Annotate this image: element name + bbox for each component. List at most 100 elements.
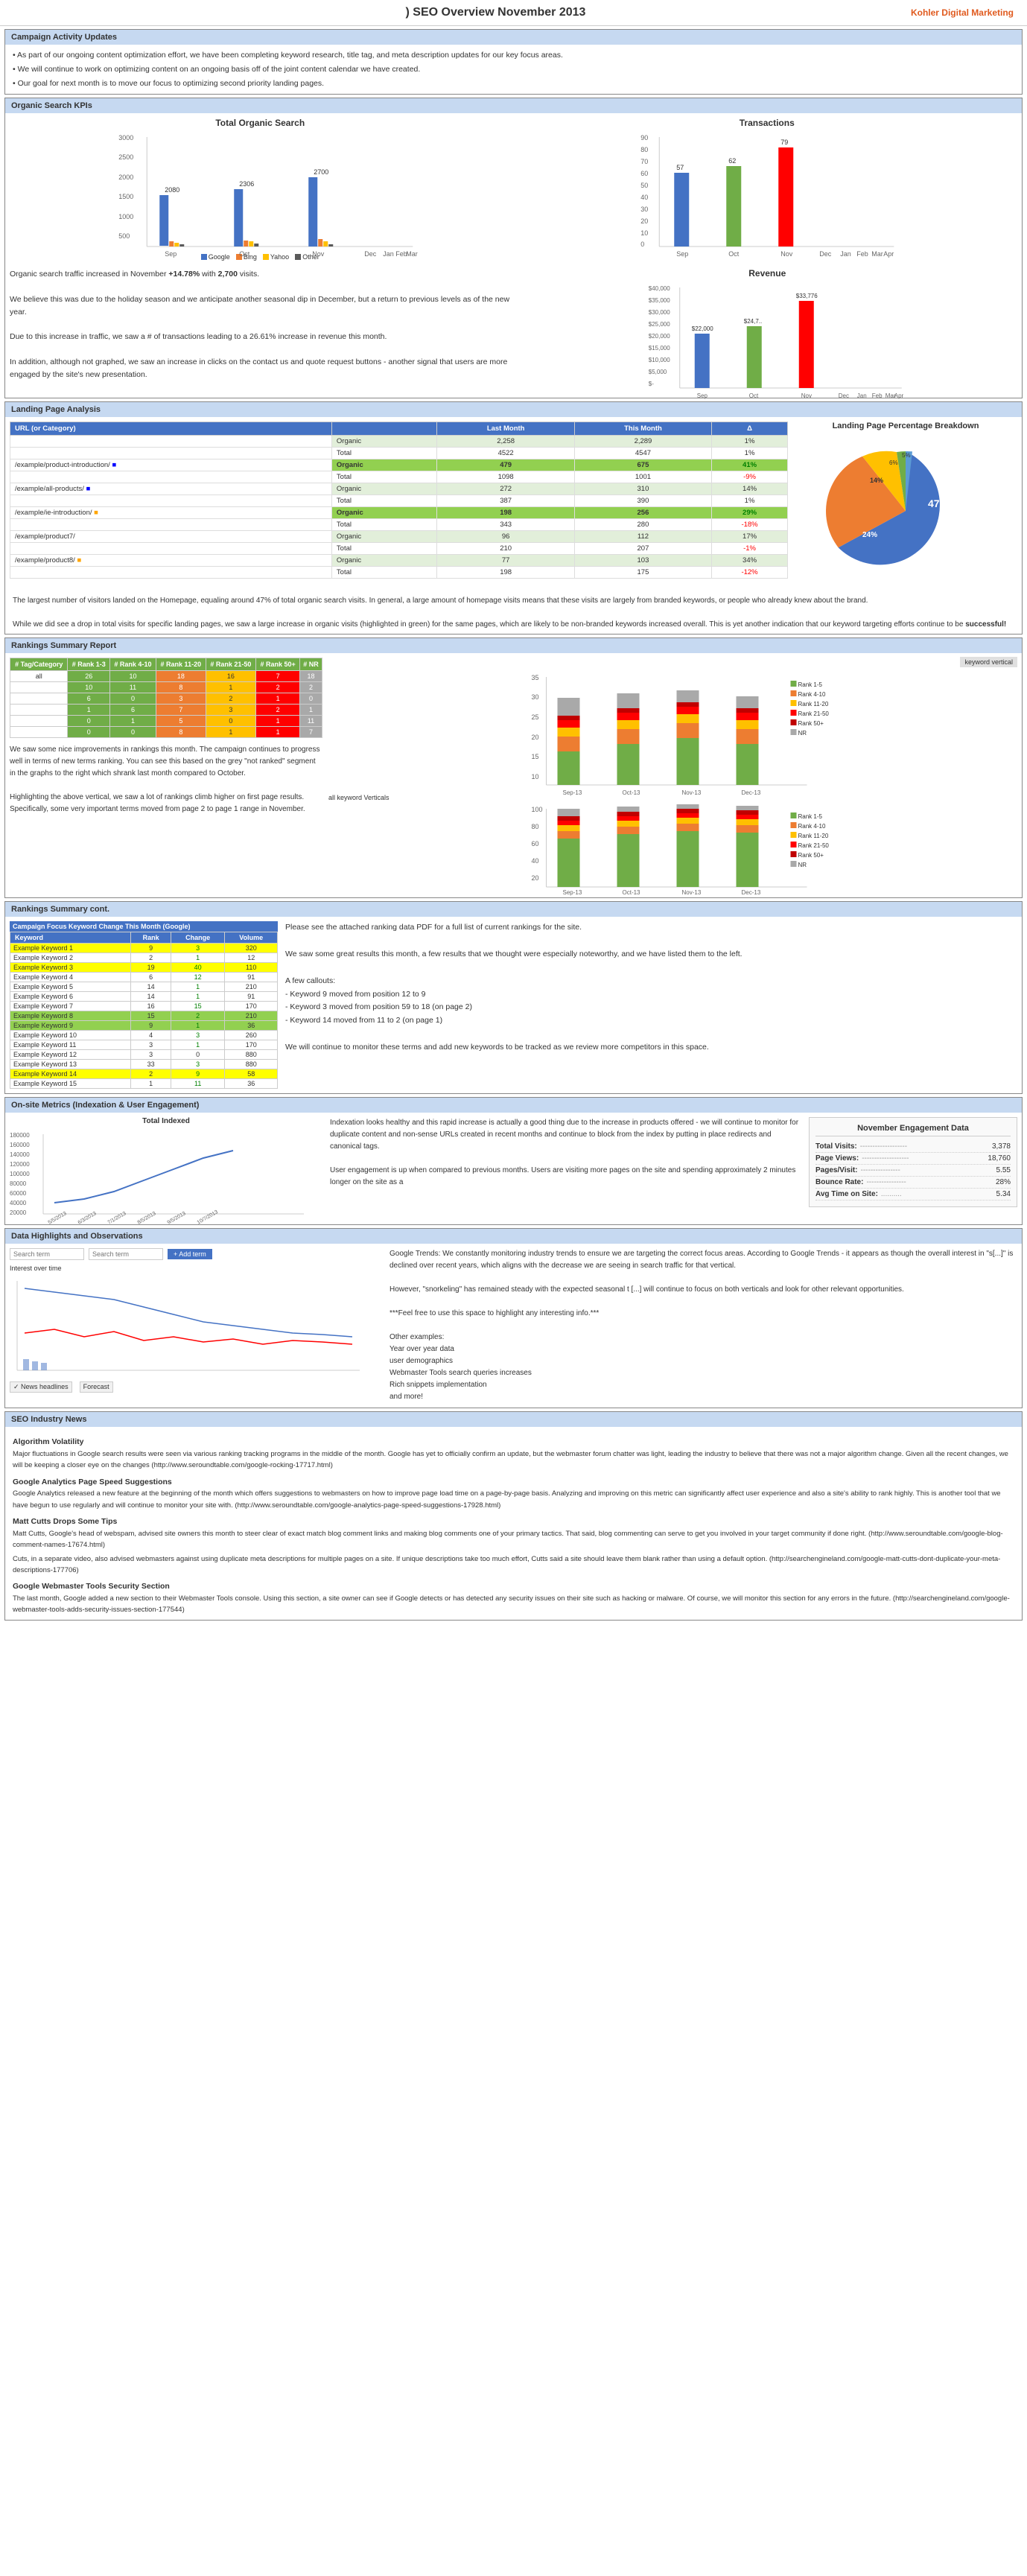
svg-text:$15,000: $15,000 xyxy=(648,345,670,352)
svg-text:20: 20 xyxy=(640,217,648,225)
svg-text:Jan: Jan xyxy=(856,392,866,399)
transactions-bar-chart-svg: 90 80 70 60 50 40 30 20 10 0 xyxy=(547,131,996,250)
svg-text:$10,000: $10,000 xyxy=(648,357,670,363)
rankings-text: We saw some nice improvements in ranking… xyxy=(10,744,322,815)
url-cell: /example/all-products/ ■ xyxy=(10,483,332,495)
organic-text-2: We believe this was due to the holiday s… xyxy=(10,293,510,319)
delta-cell: 1% xyxy=(712,448,788,459)
engagement-row-3: Pages/Visit: ---------------- 5.55 xyxy=(815,1165,1011,1177)
news-item-text-3b: Cuts, in a separate video, also advised … xyxy=(13,1553,1014,1576)
table-row: /example/all-products/ ■ Organic 272 310… xyxy=(10,483,788,495)
col-delta: Δ xyxy=(712,422,788,436)
organic-chart-title: Total Organic Search xyxy=(10,118,511,128)
rank-row-6: 0 0 8 1 1 7 xyxy=(10,727,322,738)
legend-yahoo: Yahoo xyxy=(263,253,289,261)
this-cell: 207 xyxy=(574,543,711,555)
onsite-header: On-site Metrics (Indexation & User Engag… xyxy=(5,1098,1022,1113)
rank-row-2: 10 11 8 1 2 2 xyxy=(10,682,322,693)
add-term-button[interactable]: + Add term xyxy=(168,1249,212,1259)
rank-row-4: 1 6 7 3 2 1 xyxy=(10,705,322,716)
url-cell: /example/product-introduction/ ■ xyxy=(10,459,332,471)
kpi-header: Organic Search KPIs xyxy=(5,98,1022,113)
engagement-box-area: November Engagement Data Total Visits: -… xyxy=(809,1117,1017,1220)
search-input[interactable] xyxy=(10,1248,84,1260)
this-cell: 103 xyxy=(574,555,711,567)
type-cell: Total xyxy=(331,519,437,531)
svg-text:1500: 1500 xyxy=(118,193,133,200)
table-row: /example/product7/ Organic 96 112 17% xyxy=(10,531,788,543)
rankings-right-4: We will continue to monitor these terms … xyxy=(285,1041,1017,1055)
landing-page-section: Landing Page Analysis URL (or Category) … xyxy=(4,401,1023,635)
last-cell: 387 xyxy=(437,495,574,507)
type-cell: Organic xyxy=(331,483,437,495)
svg-text:$20,000: $20,000 xyxy=(648,333,670,340)
last-cell: 198 xyxy=(437,507,574,519)
delta-cell: 14% xyxy=(712,483,788,495)
last-cell: 1098 xyxy=(437,471,574,483)
url-cell: /example/product8/ ■ xyxy=(10,555,332,567)
svg-text:$22,000: $22,000 xyxy=(691,325,713,332)
landing-table: URL (or Category) Last Month This Month … xyxy=(10,422,788,579)
landing-text-2: While we did see a drop in total visits … xyxy=(13,619,1014,631)
type-cell: Organic xyxy=(331,459,437,471)
url-cell: /example/product7/ xyxy=(10,531,332,543)
trend-line-blue xyxy=(25,1288,352,1337)
last-cell: 210 xyxy=(437,543,574,555)
svg-text:10: 10 xyxy=(640,229,648,237)
engagement-row-4: Bounce Rate: ---------------- 28% xyxy=(815,1177,1011,1189)
svg-text:Rank 4-10: Rank 4-10 xyxy=(798,691,826,698)
svg-text:$30,000: $30,000 xyxy=(648,309,670,316)
callout-2: - Keyword 3 moved from position 59 to 18… xyxy=(285,1001,1017,1014)
keyword-table-area: Campaign Focus Keyword Change This Month… xyxy=(10,921,278,1089)
this-cell: 4547 xyxy=(574,448,711,459)
svg-text:2000: 2000 xyxy=(118,174,133,181)
type-cell: Total xyxy=(331,567,437,579)
keyword-row-14: Example Keyword 14 2 9 58 xyxy=(10,1069,278,1079)
type-cell: Organic xyxy=(331,531,437,543)
dots-2: ------------------- xyxy=(862,1154,985,1163)
svg-text:Oct: Oct xyxy=(239,250,250,258)
svg-text:60: 60 xyxy=(640,170,648,177)
rankings-cont-content: Campaign Focus Keyword Change This Month… xyxy=(5,917,1022,1093)
example-1: Year over year data xyxy=(390,1343,1017,1355)
table-row: /example/ie-introduction/ ■ Organic 198 … xyxy=(10,507,788,519)
svg-text:Nov-13: Nov-13 xyxy=(682,889,702,896)
last-cell: 198 xyxy=(437,567,574,579)
svg-text:62: 62 xyxy=(728,157,736,165)
svg-text:Rank 11-20: Rank 11-20 xyxy=(798,701,829,707)
type-cell: Organic xyxy=(331,436,437,448)
news-item-text-1: Major fluctuations in Google search resu… xyxy=(13,1448,1014,1471)
trend-line-red xyxy=(25,1329,352,1344)
rankings-bar-chart-svg: 35 30 25 20 15 10 Sep-13 xyxy=(328,670,1017,789)
last-cell: 77 xyxy=(437,555,574,567)
col-last: Last Month xyxy=(437,422,574,436)
example-2: user demographics xyxy=(390,1355,1017,1367)
svg-text:Rank 50+: Rank 50+ xyxy=(798,852,824,859)
pie-label-5: 5% xyxy=(902,452,911,459)
svg-text:Rank 11-20: Rank 11-20 xyxy=(798,833,829,839)
rankings-text-1: We saw some nice improvements in ranking… xyxy=(10,744,322,780)
delta-cell: -12% xyxy=(712,567,788,579)
svg-text:5/5/2013: 5/5/2013 xyxy=(48,1211,68,1226)
svg-text:Jan: Jan xyxy=(383,250,394,258)
table-row: Total 198 175 -12% xyxy=(10,567,788,579)
svg-text:79: 79 xyxy=(780,139,788,146)
delta-cell: 17% xyxy=(712,531,788,543)
table-row: /example/product8/ ■ Organic 77 103 34% xyxy=(10,555,788,567)
last-cell: 272 xyxy=(437,483,574,495)
campaign-bullet-2: • We will continue to work on optimizing… xyxy=(13,63,1014,76)
indexation-title: Total Indexed xyxy=(10,1117,322,1125)
pie-chart-svg: 47% 24% 14% 6% 5% xyxy=(809,436,1002,585)
type-cell: Organic xyxy=(331,555,437,567)
search-term-2[interactable] xyxy=(89,1248,163,1260)
svg-text:10: 10 xyxy=(532,773,539,780)
dots-3: ---------------- xyxy=(861,1166,993,1174)
landing-text-1: The largest number of visitors landed on… xyxy=(13,595,1014,607)
forecast-button[interactable]: Forecast xyxy=(80,1381,113,1393)
organic-text-3: Due to this increase in traffic, we saw … xyxy=(10,331,510,343)
svg-text:Dec: Dec xyxy=(819,250,832,258)
news-headlines-toggle[interactable]: ✓ News headlines xyxy=(10,1381,72,1393)
news-item-4: Google Webmaster Tools Security Section … xyxy=(13,1580,1014,1615)
landing-header: Landing Page Analysis xyxy=(5,402,1022,417)
svg-text:35: 35 xyxy=(532,674,539,681)
